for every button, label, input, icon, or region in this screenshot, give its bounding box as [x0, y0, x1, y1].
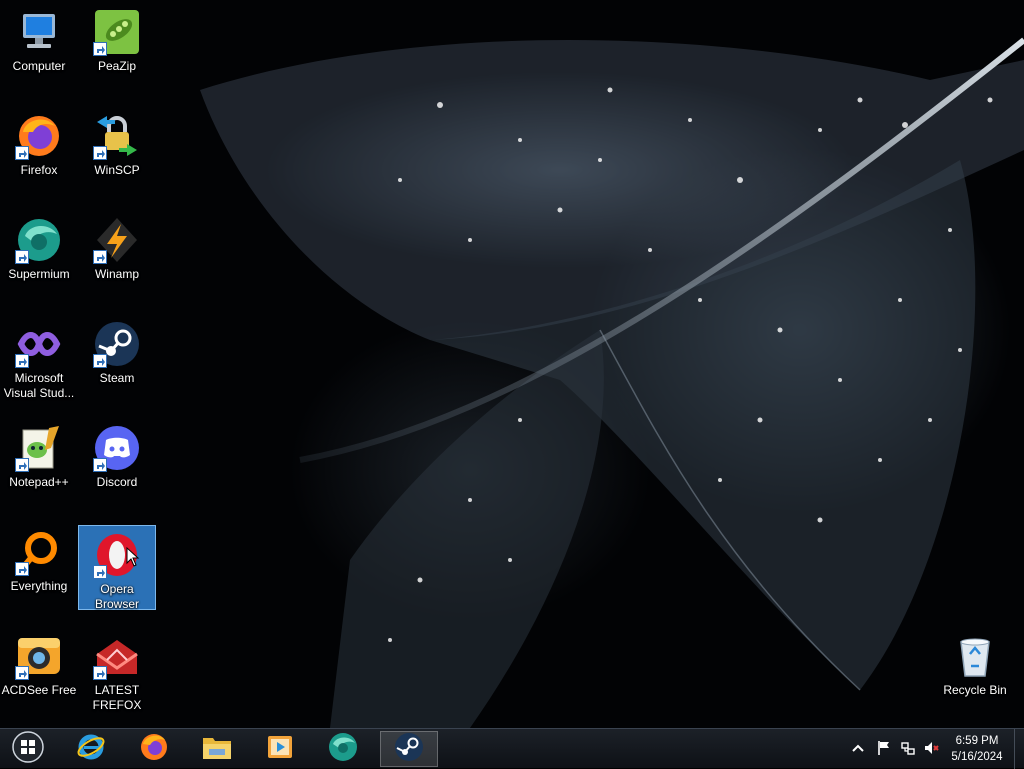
- supermium-icon: [15, 216, 63, 264]
- internet-explorer-icon: [76, 732, 106, 767]
- taskbar: 6:59 PM 5/16/2024: [0, 728, 1024, 769]
- shortcut-arrow-icon: [93, 146, 107, 160]
- winscp-icon: [93, 112, 141, 160]
- volume-muted-icon[interactable]: [924, 739, 940, 757]
- recycle-bin-icon: [951, 632, 999, 680]
- shortcut-arrow-icon: [93, 565, 107, 579]
- discord-icon: [93, 424, 141, 472]
- taskbar-internet-explorer[interactable]: [62, 731, 120, 767]
- desktop-icon-peazip[interactable]: PeaZip: [78, 3, 156, 93]
- action-center-flag-icon[interactable]: [876, 739, 892, 757]
- desktop-icon-firefox[interactable]: Firefox: [0, 107, 78, 197]
- desktop-icon-visual-studio[interactable]: Microsoft Visual Stud...: [0, 315, 78, 405]
- show-hidden-icons-chevron-icon[interactable]: [850, 739, 866, 757]
- taskbar-clock[interactable]: 6:59 PM 5/16/2024: [944, 733, 1010, 765]
- shortcut-arrow-icon: [93, 250, 107, 264]
- clock-date: 5/16/2024: [951, 751, 1003, 763]
- winamp-icon: [93, 216, 141, 264]
- firefox-icon: [15, 112, 63, 160]
- everything-search-icon: [15, 528, 63, 576]
- steam-icon: [93, 320, 141, 368]
- start-button[interactable]: [4, 730, 52, 768]
- shortcut-arrow-icon: [93, 42, 107, 56]
- peazip-icon: [93, 8, 141, 56]
- desktop-icon-steam[interactable]: Steam: [78, 315, 156, 405]
- desktop-icon-everything[interactable]: Everything: [0, 523, 78, 613]
- network-icon[interactable]: [900, 739, 916, 757]
- desktop-icon-discord[interactable]: Discord: [78, 419, 156, 509]
- clock-time: 6:59 PM: [955, 735, 999, 747]
- notepad-plus-plus-icon: [15, 424, 63, 472]
- taskbar-steam[interactable]: [380, 731, 438, 767]
- shortcut-arrow-icon: [93, 666, 107, 680]
- desktop-icon-latest-frefox[interactable]: LATEST FREFOX: [78, 627, 156, 717]
- shortcut-arrow-icon: [15, 250, 29, 264]
- taskbar-firefox[interactable]: [125, 731, 183, 767]
- supermium-icon: [327, 731, 359, 768]
- desktop-icon-winscp[interactable]: WinSCP: [78, 107, 156, 197]
- visual-studio-icon: [15, 320, 63, 368]
- taskbar-supermium[interactable]: [314, 731, 372, 767]
- desktop-icon-notepad-plus-plus[interactable]: Notepad++: [0, 419, 78, 509]
- computer-icon: [15, 8, 63, 56]
- shortcut-arrow-icon: [93, 354, 107, 368]
- latest-frefox-icon: [93, 632, 141, 680]
- windows-start-icon: [12, 730, 44, 768]
- show-desktop-button[interactable]: [1014, 729, 1024, 769]
- mouse-cursor-icon: [126, 546, 140, 572]
- taskbar-media-player[interactable]: [251, 731, 309, 767]
- desktop-icon-opera-browser[interactable]: Opera Browser: [78, 525, 156, 611]
- shortcut-arrow-icon: [15, 354, 29, 368]
- desktop-icon-recycle-bin[interactable]: Recycle Bin: [936, 627, 1014, 717]
- shortcut-arrow-icon: [15, 146, 29, 160]
- shortcut-arrow-icon: [15, 666, 29, 680]
- steam-icon: [394, 732, 424, 767]
- file-explorer-icon: [201, 732, 233, 767]
- media-player-icon: [265, 732, 295, 767]
- shortcut-arrow-icon: [93, 458, 107, 472]
- desktop-icon-winamp[interactable]: Winamp: [78, 211, 156, 301]
- desktop-icon-computer[interactable]: Computer: [0, 3, 78, 93]
- shortcut-arrow-icon: [15, 562, 29, 576]
- desktop-icon-acdsee-free[interactable]: ACDSee Free: [0, 627, 78, 717]
- shortcut-arrow-icon: [15, 458, 29, 472]
- taskbar-file-explorer[interactable]: [188, 731, 246, 767]
- desktop-icon-supermium[interactable]: Supermium: [0, 211, 78, 301]
- acdsee-icon: [15, 632, 63, 680]
- firefox-icon: [139, 732, 169, 767]
